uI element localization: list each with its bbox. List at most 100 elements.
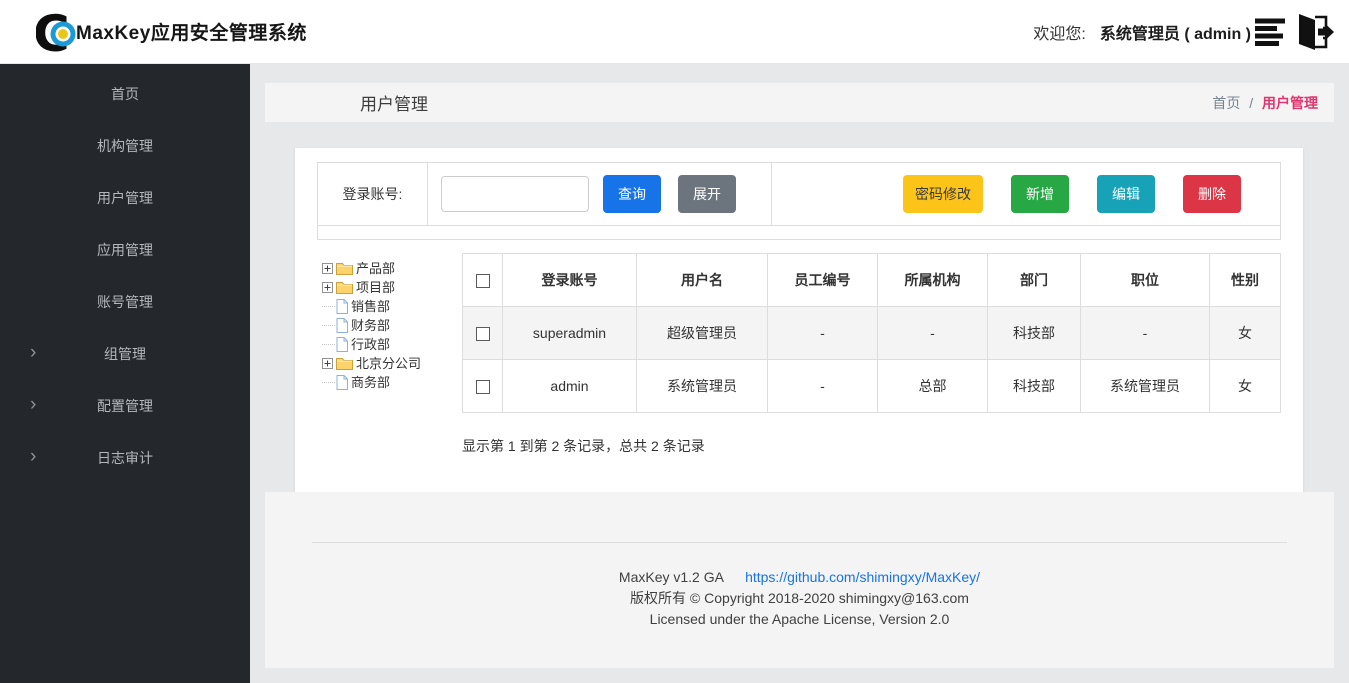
cell-employee-no: - — [768, 360, 878, 413]
breadcrumb-current[interactable]: 用户管理 — [1262, 95, 1318, 111]
column-header: 职位 — [1081, 254, 1210, 307]
cell-organization: - — [878, 307, 988, 360]
table-row[interactable]: superadmin 超级管理员 - - 科技部 - 女 — [463, 307, 1281, 360]
user-management-card: 登录账号: 查询 展开 密码修改 新增 编辑 删除 — [295, 148, 1303, 492]
expand-plus-icon[interactable] — [322, 282, 333, 293]
sidebar-item-home[interactable]: 首页 — [0, 68, 250, 120]
cell-employee-no: - — [768, 307, 878, 360]
footer-version-line: MaxKey v1.2 GA https://github.com/shimin… — [265, 567, 1334, 588]
cell-username: 系统管理员 — [637, 360, 768, 413]
footer-text: MaxKey v1.2 GA https://github.com/shimin… — [265, 567, 1334, 630]
file-icon — [336, 337, 348, 352]
tree-node-folder[interactable]: 产品部 — [322, 259, 462, 278]
welcome-label: 欢迎您: — [1033, 20, 1085, 44]
version-text: MaxKey v1.2 GA — [619, 569, 723, 585]
sidebar-item-app-management[interactable]: 应用管理 — [0, 224, 250, 276]
expand-button[interactable]: 展开 — [678, 175, 736, 213]
cell-department: 科技部 — [988, 360, 1081, 413]
chevron-right-icon: › — [30, 342, 36, 364]
org-tree: 产品部 项目部 销售部 — [317, 253, 462, 456]
tree-connector — [322, 306, 335, 307]
sidebar: 首页 机构管理 用户管理 应用管理 账号管理 › 组管理 › 配置管理 › 日志… — [0, 64, 250, 683]
sidebar-item-org-management[interactable]: 机构管理 — [0, 120, 250, 172]
column-header: 部门 — [988, 254, 1081, 307]
body-row: 产品部 项目部 销售部 — [317, 253, 1281, 456]
sidebar-item-account-management[interactable]: 账号管理 — [0, 276, 250, 328]
row-select-cell — [463, 360, 503, 413]
footer: MaxKey v1.2 GA https://github.com/shimin… — [265, 492, 1334, 668]
cell-login-account: admin — [503, 360, 637, 413]
edit-button[interactable]: 编辑 — [1097, 175, 1155, 213]
github-link[interactable]: https://github.com/shimingxy/MaxKey/ — [745, 569, 980, 585]
sidebar-item-group-management[interactable]: › 组管理 — [0, 328, 250, 380]
breadcrumb: 首页 / 用户管理 — [1212, 93, 1334, 113]
users-table: 登录账号 用户名 员工编号 所属机构 部门 职位 性别 superadmin — [462, 253, 1281, 413]
tree-node-leaf[interactable]: 财务部 — [322, 316, 462, 335]
change-password-button[interactable]: 密码修改 — [903, 175, 983, 213]
sidebar-item-log-audit[interactable]: › 日志审计 — [0, 432, 250, 484]
folder-icon — [336, 357, 353, 370]
license-text: Licensed under the Apache License, Versi… — [265, 609, 1334, 630]
expand-plus-icon[interactable] — [322, 358, 333, 369]
tree-connector — [322, 382, 335, 383]
cell-login-account: superadmin — [503, 307, 637, 360]
tree-connector — [322, 344, 335, 345]
cell-position: - — [1081, 307, 1210, 360]
record-summary: 显示第 1 到第 2 条记录，总共 2 条记录 — [462, 436, 1281, 456]
file-icon — [336, 375, 348, 390]
select-all-checkbox[interactable] — [476, 274, 490, 288]
query-button[interactable]: 查询 — [603, 175, 661, 213]
table-column: 登录账号 用户名 员工编号 所属机构 部门 职位 性别 superadmin — [462, 253, 1281, 456]
tree-node-folder[interactable]: 项目部 — [322, 278, 462, 297]
page-title: 用户管理 — [265, 90, 428, 115]
column-header: 性别 — [1210, 254, 1281, 307]
page-header: 用户管理 首页 / 用户管理 — [265, 83, 1334, 122]
search-toolbar: 登录账号: 查询 展开 密码修改 新增 编辑 删除 — [317, 162, 1281, 226]
delete-button[interactable]: 删除 — [1183, 175, 1241, 213]
table-header-row: 登录账号 用户名 员工编号 所属机构 部门 职位 性别 — [463, 254, 1281, 307]
select-all-cell — [463, 254, 503, 307]
top-navbar: C MaxKey应用安全管理系统 欢迎您: 系统管理员 ( admin ) — [0, 0, 1349, 64]
navbar-right: 欢迎您: 系统管理员 ( admin ) — [1033, 10, 1335, 54]
logout-icon[interactable] — [1293, 10, 1335, 54]
folder-icon — [336, 262, 353, 275]
file-icon — [336, 318, 348, 333]
column-header: 员工编号 — [768, 254, 878, 307]
brand[interactable]: C MaxKey应用安全管理系统 — [36, 9, 307, 55]
tree-connector — [322, 325, 335, 326]
sidebar-item-user-management[interactable]: 用户管理 — [0, 172, 250, 224]
tree-node-leaf[interactable]: 商务部 — [322, 373, 462, 392]
action-buttons: 密码修改 新增 编辑 删除 — [772, 163, 1280, 225]
sidebar-item-config-management[interactable]: › 配置管理 — [0, 380, 250, 432]
column-header: 所属机构 — [878, 254, 988, 307]
main-content: 用户管理 首页 / 用户管理 登录账号: 查询 展开 密码修改 新增 编辑 删除 — [250, 64, 1349, 683]
menu-list-icon[interactable] — [1251, 10, 1293, 54]
table-row[interactable]: admin 系统管理员 - 总部 科技部 系统管理员 女 — [463, 360, 1281, 413]
tree-node-leaf[interactable]: 行政部 — [322, 335, 462, 354]
row-checkbox[interactable] — [476, 327, 490, 341]
cell-username: 超级管理员 — [637, 307, 768, 360]
tree-node-leaf[interactable]: 销售部 — [322, 297, 462, 316]
cell-organization: 总部 — [878, 360, 988, 413]
current-user: 系统管理员 ( admin ) — [1100, 20, 1251, 44]
search-cell: 查询 展开 — [428, 163, 772, 225]
column-header: 用户名 — [637, 254, 768, 307]
breadcrumb-home-link[interactable]: 首页 — [1212, 95, 1240, 111]
file-icon — [336, 299, 348, 314]
cell-position: 系统管理员 — [1081, 360, 1210, 413]
footer-divider — [312, 542, 1287, 543]
cell-department: 科技部 — [988, 307, 1081, 360]
column-header: 登录账号 — [503, 254, 637, 307]
copyright-text: 版权所有 © Copyright 2018-2020 shimingxy@163… — [265, 588, 1334, 609]
app-title: MaxKey应用安全管理系统 — [76, 18, 307, 45]
collapsed-advanced-search — [317, 226, 1281, 240]
login-account-label: 登录账号: — [343, 184, 403, 204]
expand-plus-icon[interactable] — [322, 263, 333, 274]
cell-gender: 女 — [1210, 360, 1281, 413]
row-checkbox[interactable] — [476, 380, 490, 394]
row-select-cell — [463, 307, 503, 360]
tree-node-folder[interactable]: 北京分公司 — [322, 354, 462, 373]
breadcrumb-separator: / — [1249, 95, 1253, 111]
login-account-input[interactable] — [441, 176, 589, 212]
add-button[interactable]: 新增 — [1011, 175, 1069, 213]
